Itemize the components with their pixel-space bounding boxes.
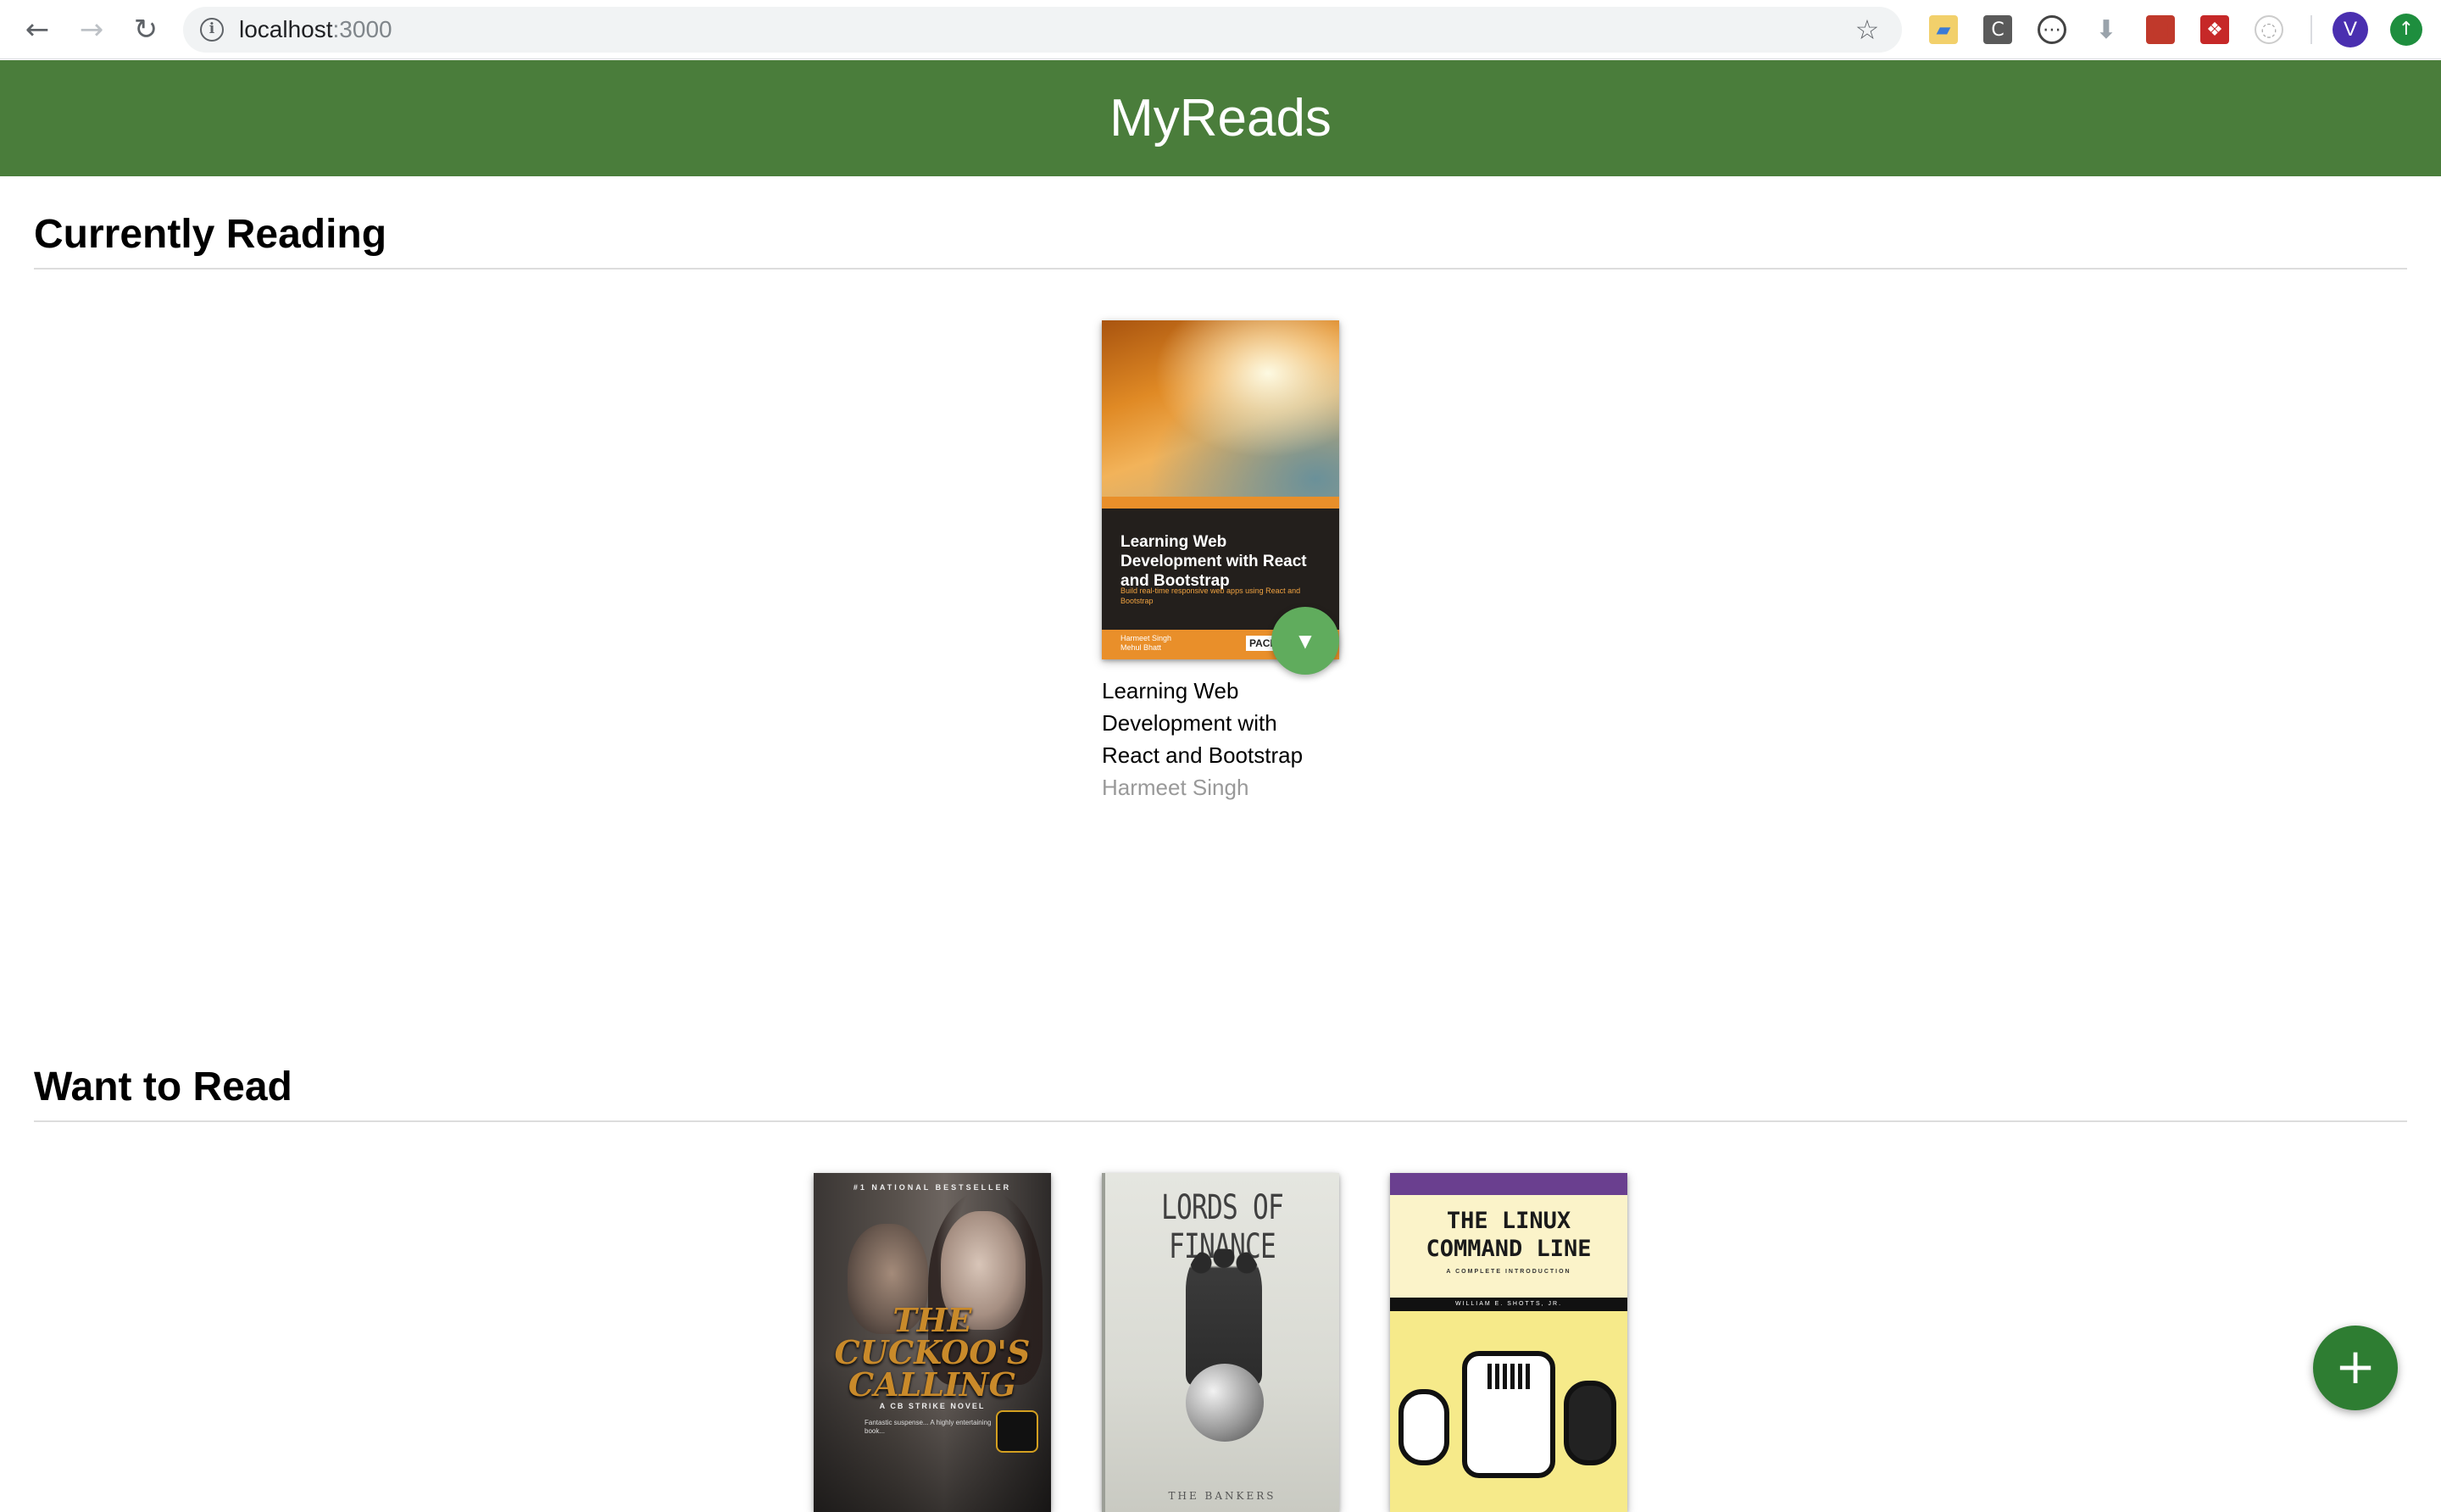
book-grid: #1 NATIONAL BESTSELLER THE CUCKOO'S CALL…: [34, 1173, 2407, 1512]
c-extension-icon[interactable]: C: [1983, 15, 2012, 44]
shelf-want-to-read: Want to Read #1 NATIONAL BESTSELLER THE …: [34, 1063, 2407, 1512]
add-book-button[interactable]: +: [2313, 1326, 2398, 1410]
profile-avatar[interactable]: V: [2333, 12, 2368, 47]
book-item: LORDS OF FINANCE THE BANKERS: [1102, 1173, 1339, 1512]
cover-subtitle: A CB STRIKE NOVEL: [879, 1402, 986, 1410]
cover-globe: [1186, 1364, 1264, 1442]
cover-stripe: [1102, 497, 1339, 509]
cover-seal: [996, 1410, 1038, 1453]
folders-extension-icon[interactable]: ▰: [1929, 15, 1958, 44]
cover-robot-arm-right: [1564, 1381, 1616, 1465]
cover-title: THE CUCKOO'S CALLING: [834, 1301, 1031, 1404]
shelf-title: Want to Read: [34, 1065, 292, 1109]
cover-subtitle: A COMPLETE INTRODUCTION: [1446, 1269, 1571, 1275]
red-grid-extension-icon[interactable]: ❖: [2200, 15, 2229, 44]
toolbar-separator: [2310, 15, 2312, 44]
shelf-title: Currently Reading: [34, 212, 387, 257]
download-extension-icon[interactable]: ⬇: [2092, 15, 2121, 45]
caret-down-icon: ▼: [1298, 631, 1312, 651]
cover-title-line-2: COMMAND LINE: [1426, 1236, 1592, 1262]
shelf-currently-reading: Currently Reading Learning Web Developme…: [34, 210, 2407, 803]
reload-icon[interactable]: ↻: [127, 11, 164, 48]
url-port: :3000: [332, 16, 392, 42]
cover-title-line-1: THE LINUX: [1446, 1208, 1571, 1234]
cover-author-2: Mehul Bhatt: [1120, 643, 1162, 652]
bookmark-star-icon[interactable]: ☆: [1849, 12, 1885, 47]
book-authors: Harmeet Singh: [1102, 775, 1249, 800]
cover-author-1: Harmeet Singh: [1120, 634, 1172, 642]
book-cover[interactable]: #1 NATIONAL BESTSELLER THE CUCKOO'S CALL…: [814, 1173, 1051, 1512]
cover-photo: [1102, 320, 1339, 497]
shelf-divider: [34, 268, 2407, 270]
app-header: MyReads: [0, 60, 2441, 176]
cover-author: WILLIAM E. SHOTTS, JR.: [1454, 1301, 1563, 1307]
site-info-icon[interactable]: i: [200, 18, 224, 42]
plus-icon: +: [2334, 1337, 2377, 1395]
cover-band: [1390, 1173, 1627, 1195]
cover-tagline: #1 NATIONAL BESTSELLER: [853, 1183, 1012, 1192]
shelf-changer-button[interactable]: ▼: [1271, 607, 1339, 675]
cover-title: THE LINUX COMMAND LINE: [1390, 1207, 1627, 1263]
shelf-divider: [34, 1120, 2407, 1122]
cover-quote: Fantastic suspense... A highly entertain…: [865, 1419, 992, 1435]
book-cover[interactable]: LORDS OF FINANCE THE BANKERS: [1102, 1173, 1339, 1512]
url-text[interactable]: localhost:3000: [239, 7, 392, 53]
book-title: Learning Web Development with React and …: [1102, 678, 1304, 768]
cover-robot-arm-left: [1398, 1389, 1449, 1465]
cover-robot-face: [1487, 1364, 1530, 1389]
eye-extension-icon[interactable]: ◌: [2255, 15, 2283, 44]
book-item: #1 NATIONAL BESTSELLER THE CUCKOO'S CALL…: [814, 1173, 1051, 1512]
cover-title: Learning Web Development with React and …: [1120, 533, 1307, 590]
book-grid: Learning Web Development with React and …: [34, 320, 2407, 803]
cover-authors: Harmeet Singh Mehul Bhatt: [1120, 634, 1171, 653]
app-title: MyReads: [1109, 89, 1332, 147]
red-book-extension-icon[interactable]: ■: [2146, 15, 2175, 44]
cover-author-bar: WILLIAM E. SHOTTS, JR.: [1390, 1298, 1627, 1311]
book-item: Learning Web Development with React and …: [1102, 320, 1339, 803]
cover-footer: THE BANKERS: [1168, 1490, 1276, 1502]
url-host: localhost: [239, 16, 333, 42]
book-item: THE LINUX COMMAND LINE A COMPLETE INTROD…: [1390, 1173, 1627, 1512]
back-arrow-icon[interactable]: ←: [19, 11, 56, 48]
book-cover[interactable]: THE LINUX COMMAND LINE A COMPLETE INTROD…: [1390, 1173, 1627, 1512]
forward-arrow-icon[interactable]: →: [73, 11, 110, 48]
cover-subtitle: Build real-time responsive web apps usin…: [1120, 586, 1301, 605]
browser-toolbar: ← → ↻ i localhost:3000 ☆ ▰ C ⋯ ⬇ ■ ❖ ◌ V…: [0, 0, 2441, 59]
address-bar[interactable]: i localhost:3000 ☆: [183, 7, 1902, 53]
update-arrow-icon[interactable]: ↑: [2390, 14, 2422, 46]
code-extension-icon[interactable]: ⋯: [2038, 15, 2066, 44]
